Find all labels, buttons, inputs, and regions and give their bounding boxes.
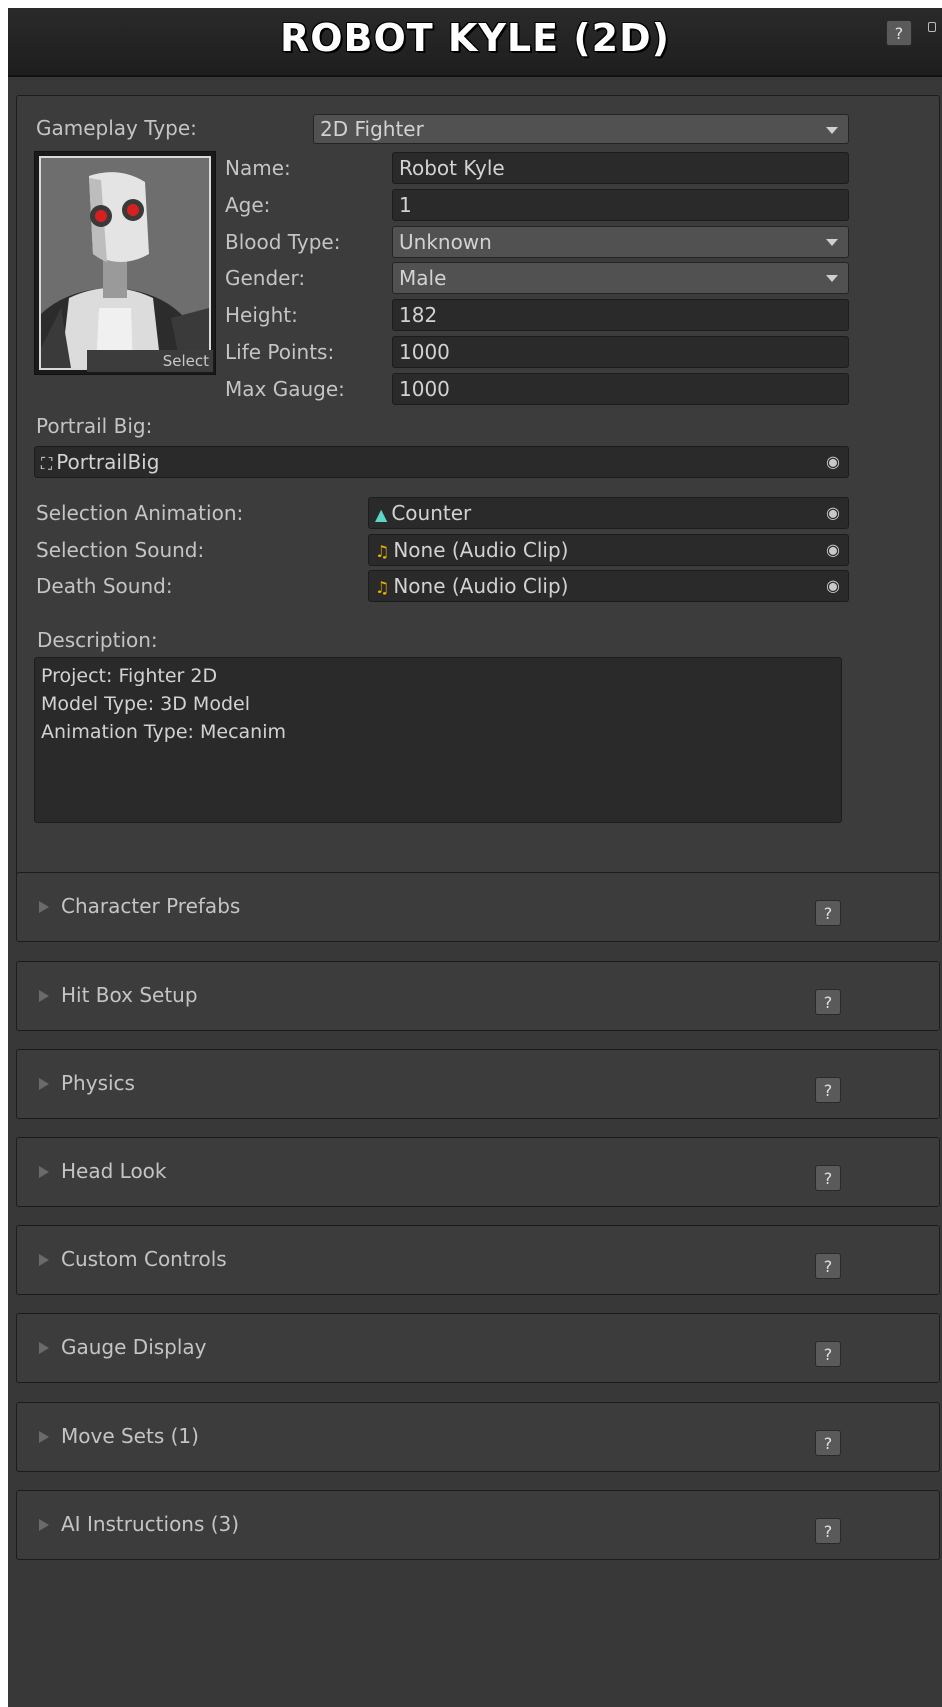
object-picker-icon[interactable]: ◉ [818, 498, 848, 528]
selection-sound-label: Selection Sound: [36, 538, 205, 562]
section-gauge-display[interactable]: Gauge Display ? [16, 1313, 940, 1383]
blood-type-dropdown[interactable]: Unknown [392, 226, 849, 258]
foldout-arrow-icon [39, 1342, 49, 1354]
help-button[interactable]: ? [886, 20, 912, 46]
description-line: Project: Fighter 2D [41, 665, 218, 687]
foldout-arrow-icon [39, 1431, 49, 1443]
gameplay-type-label: Gameplay Type: [36, 116, 197, 140]
height-field[interactable]: 182 [392, 299, 849, 331]
help-button[interactable]: ? [815, 1430, 841, 1456]
life-points-label: Life Points: [225, 340, 335, 364]
section-label: Custom Controls [61, 1247, 227, 1271]
gameplay-type-value: 2D Fighter [320, 117, 424, 141]
help-button[interactable]: ? [815, 1518, 841, 1544]
section-label: Hit Box Setup [61, 983, 198, 1007]
portrait-picker[interactable]: Select [34, 151, 216, 375]
gender-dropdown[interactable]: Male [392, 262, 849, 294]
portrait-big-label: Portrail Big: [36, 414, 153, 438]
max-gauge-field[interactable]: 1000 [392, 373, 849, 405]
selection-animation-value: Counter [391, 501, 472, 525]
settings-icon[interactable] [928, 22, 936, 32]
portrait-big-value: PortrailBig [56, 450, 160, 474]
section-character-prefabs[interactable]: Character Prefabs ? [16, 872, 940, 942]
foldout-arrow-icon [39, 1254, 49, 1266]
section-label: Physics [61, 1071, 135, 1095]
age-field[interactable]: 1 [392, 189, 849, 221]
section-label: AI Instructions (3) [61, 1512, 240, 1536]
life-points-field[interactable]: 1000 [392, 336, 849, 368]
gameplay-type-dropdown[interactable]: 2D Fighter [313, 114, 849, 144]
death-sound-field[interactable]: ♫ None (Audio Clip) ◉ [368, 570, 849, 602]
foldout-arrow-icon [39, 901, 49, 913]
object-picker-icon[interactable]: ◉ [818, 571, 848, 601]
audio-clip-icon: ♫ [375, 578, 390, 597]
max-gauge-label: Max Gauge: [225, 377, 345, 401]
selection-sound-field[interactable]: ♫ None (Audio Clip) ◉ [368, 534, 849, 566]
chevron-down-icon [826, 239, 838, 246]
gender-value: Male [399, 266, 447, 290]
chevron-down-icon [826, 275, 838, 282]
selection-animation-label: Selection Animation: [36, 501, 244, 525]
robot-portrait-icon [41, 158, 209, 368]
object-picker-icon[interactable]: ◉ [818, 447, 848, 477]
animation-clip-icon: ▲ [375, 505, 388, 524]
description-line: Animation Type: Mecanim [41, 721, 286, 743]
character-title: ROBOT KYLE (2D) [279, 16, 671, 60]
height-label: Height: [225, 303, 298, 327]
selection-sound-value: None (Audio Clip) [393, 538, 569, 562]
chevron-down-icon [826, 127, 838, 134]
description-line: Model Type: 3D Model [41, 693, 250, 715]
portrait-select-button[interactable]: Select [87, 350, 213, 372]
section-label: Gauge Display [61, 1335, 207, 1359]
name-label: Name: [225, 156, 291, 180]
description-label: Description: [37, 628, 158, 652]
help-button[interactable]: ? [815, 1253, 841, 1279]
foldout-arrow-icon [39, 1166, 49, 1178]
section-head-look[interactable]: Head Look ? [16, 1137, 940, 1207]
blood-type-label: Blood Type: [225, 230, 341, 254]
section-label: Move Sets (1) [61, 1424, 199, 1448]
death-sound-label: Death Sound: [36, 574, 173, 598]
section-label: Character Prefabs [61, 894, 241, 918]
foldout-arrow-icon [39, 990, 49, 1002]
image-icon: ⛶ [41, 454, 53, 473]
help-button[interactable]: ? [815, 989, 841, 1015]
name-field[interactable]: Robot Kyle [392, 152, 849, 184]
death-sound-value: None (Audio Clip) [393, 574, 569, 598]
selection-animation-field[interactable]: ▲ Counter ◉ [368, 497, 849, 529]
help-button[interactable]: ? [815, 1341, 841, 1367]
section-label: Head Look [61, 1159, 167, 1183]
general-panel: Gameplay Type: 2D Fighter Select Name: R… [16, 95, 940, 935]
character-inspector: ROBOT KYLE (2D) ? Gameplay Type: 2D Figh… [8, 8, 942, 1707]
section-move-sets[interactable]: Move Sets (1) ? [16, 1402, 940, 1472]
help-button[interactable]: ? [815, 900, 841, 926]
portrait-big-field[interactable]: ⛶ PortrailBig ◉ [34, 446, 849, 478]
help-button[interactable]: ? [815, 1165, 841, 1191]
help-button[interactable]: ? [815, 1077, 841, 1103]
audio-clip-icon: ♫ [375, 542, 390, 561]
foldout-arrow-icon [39, 1078, 49, 1090]
age-label: Age: [225, 193, 271, 217]
inspector-header: ROBOT KYLE (2D) ? [8, 8, 942, 77]
section-ai-instructions[interactable]: AI Instructions (3) ? [16, 1490, 940, 1560]
section-hit-box-setup[interactable]: Hit Box Setup ? [16, 961, 940, 1031]
description-textarea[interactable]: Project: Fighter 2D Model Type: 3D Model… [34, 657, 842, 823]
blood-type-value: Unknown [399, 230, 492, 254]
object-picker-icon[interactable]: ◉ [818, 535, 848, 565]
section-physics[interactable]: Physics ? [16, 1049, 940, 1119]
portrait-image [39, 156, 211, 370]
gender-label: Gender: [225, 266, 306, 290]
foldout-arrow-icon [39, 1519, 49, 1531]
section-custom-controls[interactable]: Custom Controls ? [16, 1225, 940, 1295]
